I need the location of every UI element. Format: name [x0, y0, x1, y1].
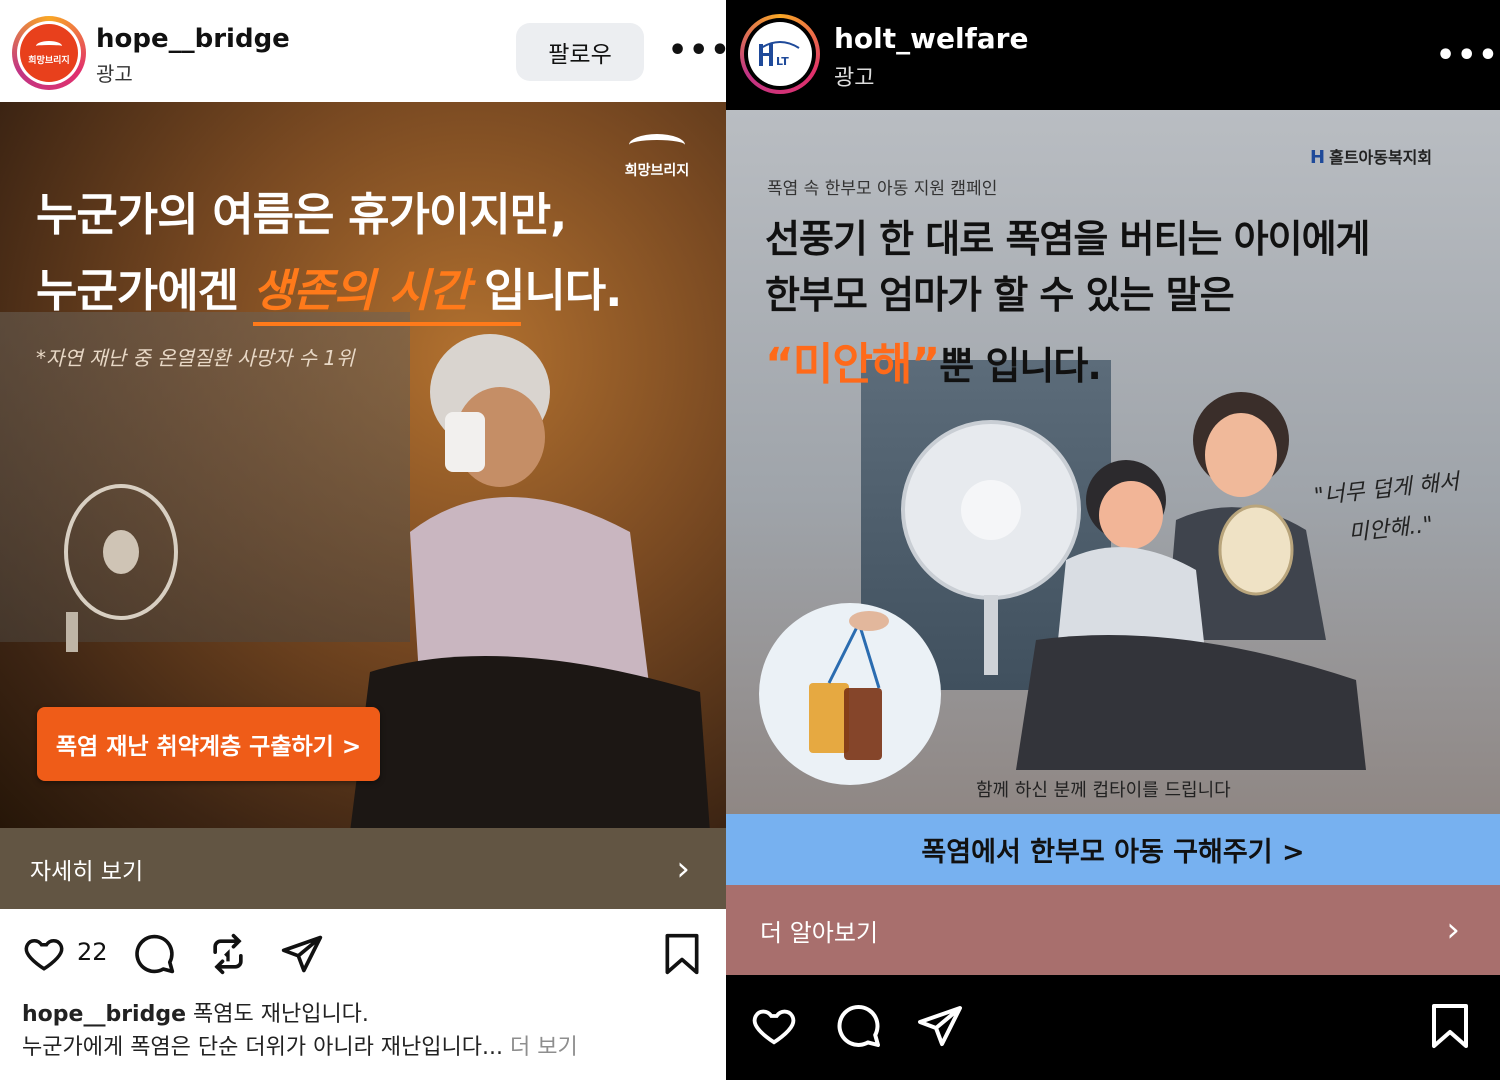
more-options-icon[interactable]: •••: [668, 33, 726, 68]
headline-line1: 선풍기 한 대로 폭염을 버티는 아이에게: [765, 217, 1371, 261]
ad-image[interactable]: 희망브리지 누군가의 여름은 휴가이지만, 누군가에겐 생존의 시간 입니다. …: [0, 102, 726, 828]
sponsored-label: 광고: [834, 66, 875, 91]
chevron-right-icon: ›: [1446, 910, 1460, 950]
learn-more-label: 자세히 보기: [30, 858, 144, 885]
heart-icon[interactable]: [750, 1002, 798, 1048]
left-post: 희망브리지 hope__bridge 광고 팔로우 ••• 희망브리지 누군가의…: [0, 0, 726, 1080]
learn-more-bar[interactable]: 더 알아보기 ›: [726, 885, 1500, 975]
right-post: LT holt_welfare 광고 ••• H 홀트아동복지회 폭염 속 한부…: [726, 0, 1500, 1080]
see-more-link[interactable]: 더 보기: [503, 1035, 578, 1060]
chevron-right-icon: ›: [676, 848, 690, 889]
follow-button[interactable]: 팔로우: [516, 23, 644, 81]
campaign-subtitle: 폭염 속 한부모 아동 지원 캠페인: [767, 179, 998, 199]
headline-line3: “미안해”뿐 입니다.: [765, 339, 1102, 390]
avatar[interactable]: LT: [740, 14, 820, 94]
cup-tie-image: [759, 603, 941, 785]
bookmark-icon[interactable]: [660, 932, 704, 976]
avatar-label: 희망브리지: [28, 55, 70, 66]
send-icon[interactable]: [280, 932, 324, 976]
post-caption: hope__bridge 폭염도 재난입니다. 누군가에게 폭염은 단순 더위가…: [22, 998, 712, 1064]
woman-illustration: [350, 334, 710, 828]
ad-image[interactable]: H 홀트아동복지회 폭염 속 한부모 아동 지원 캠페인 선풍기 한 대로 폭염을…: [726, 110, 1500, 814]
like-count[interactable]: 22: [77, 938, 108, 966]
more-options-icon[interactable]: •••: [1436, 38, 1500, 73]
account-name[interactable]: holt_welfare: [834, 22, 1028, 55]
fan-illustration: [64, 484, 178, 652]
account-name[interactable]: hope__bridge: [96, 24, 290, 54]
heart-icon[interactable]: [22, 932, 66, 974]
caption-cutoff: [726, 1072, 1500, 1080]
repost-icon[interactable]: [206, 932, 250, 976]
avatar[interactable]: 희망브리지: [12, 16, 86, 90]
bookmark-icon[interactable]: [1426, 1002, 1474, 1050]
ad-cta-button[interactable]: 폭염에서 한부모 아동 구해주기 >: [726, 814, 1500, 885]
learn-more-label: 더 알아보기: [760, 918, 879, 947]
send-icon[interactable]: [916, 1002, 964, 1050]
caption-account[interactable]: hope__bridge: [22, 1002, 186, 1027]
comment-icon[interactable]: [132, 932, 176, 976]
handwritten-quote: "너무 덥게 해서 미안해..": [1312, 469, 1461, 547]
statistic-note: *자연 재난 중 온열질환 사망자 수 1위: [36, 346, 355, 370]
brand-logo: 희망브리지: [612, 134, 702, 180]
headline-line2: 한부모 엄마가 할 수 있는 말은: [765, 273, 1235, 317]
sponsored-label: 광고: [96, 62, 133, 86]
gift-notice: 함께 하신 분께 컵타이를 드립니다: [976, 780, 1231, 801]
comment-icon[interactable]: [834, 1002, 882, 1050]
headline-line1: 누군가의 여름은 휴가이지만,: [36, 188, 567, 241]
headline-underline: [253, 322, 521, 326]
mother-child-illustration: [1016, 392, 1366, 770]
caption-text-line1: 폭염도 재난입니다.: [186, 1002, 369, 1027]
holt-logo-icon: LT: [759, 41, 800, 68]
headline-line2: 누군가에겐 생존의 시간 입니다.: [36, 264, 622, 317]
ad-cta-button[interactable]: 폭염 재난 취약계층 구출하기 >: [37, 707, 380, 781]
svg-text:LT: LT: [776, 55, 789, 68]
caption-text-line2: 누군가에게 폭염은 단순 더위가 아니라 재난입니다...: [22, 1035, 503, 1060]
learn-more-bar[interactable]: 자세히 보기 ›: [0, 828, 726, 909]
brand-logo: H 홀트아동복지회: [1310, 147, 1433, 168]
